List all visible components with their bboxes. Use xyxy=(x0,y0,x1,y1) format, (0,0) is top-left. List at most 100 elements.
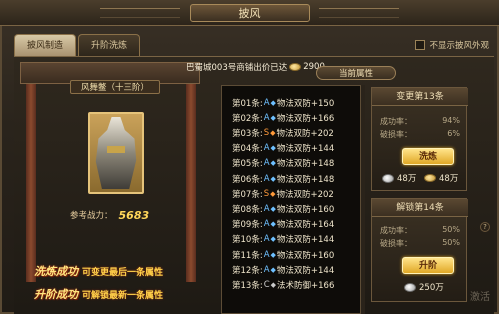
silver-icon xyxy=(404,282,416,292)
attribute-row: 第11条: A ◆ 物法双防+160 xyxy=(232,248,334,261)
attribute-index: 第04条: xyxy=(232,144,263,155)
unlock-break-value: 50% xyxy=(442,238,460,247)
upgrade-button[interactable]: 升阶 xyxy=(402,257,454,274)
help-icon[interactable]: ? xyxy=(480,222,490,232)
promo-upgrade-head: 升阶成功 xyxy=(34,288,78,301)
hide-appearance-label: 不显示披风外观 xyxy=(429,41,489,51)
attribute-index: 第12条: xyxy=(232,265,263,276)
promo-upgrade: 升阶成功 可解锁最新一条属性 xyxy=(34,286,163,302)
grade-diamond-icon: ◆ xyxy=(270,174,276,183)
attribute-index: 第05条: xyxy=(232,159,263,170)
tab-cloak-make[interactable]: 披风制造 xyxy=(14,34,76,56)
refine-button[interactable]: 洗炼 xyxy=(402,148,454,165)
attribute-index: 第11条: xyxy=(232,250,263,261)
power-value: 5683 xyxy=(118,208,150,222)
refine-panel: 变更第13条 成功率： 94% 破损率： 6% 洗炼 48万 48万 xyxy=(371,87,468,191)
pillar-right xyxy=(186,62,196,282)
tab-upgrade-refine[interactable]: 升阶洗炼 xyxy=(78,34,140,56)
attribute-text: 物法双防+166 xyxy=(276,113,335,124)
unlock-cost-value: 250万 xyxy=(419,283,444,293)
refine-success-row: 成功率： 94% xyxy=(380,116,460,127)
attribute-text: 法术防御+166 xyxy=(277,280,335,291)
title-bar: 披风 xyxy=(0,0,499,26)
attribute-grade: A xyxy=(263,249,270,260)
attribute-row: 第07条: S ◆ 物法双防+202 xyxy=(232,187,334,200)
attribute-row: 第03条: S ◆ 物法双防+202 xyxy=(232,126,334,139)
gold-coin-icon xyxy=(424,174,436,182)
refine-break-value: 6% xyxy=(447,129,460,138)
checkbox[interactable] xyxy=(415,40,426,50)
attribute-index: 第08条: xyxy=(232,204,263,215)
gold-coin-icon xyxy=(289,63,302,71)
power-display: 参考战力： 5683 xyxy=(70,208,149,222)
hide-appearance-toggle[interactable]: 不显示披风外观 xyxy=(415,38,489,52)
refine-cost-1-value: 48万 xyxy=(397,174,417,184)
attribute-index: 第02条: xyxy=(232,113,263,124)
attribute-grade: C xyxy=(263,279,270,290)
pillar-left xyxy=(26,62,36,282)
refine-break-row: 破损率： 6% xyxy=(380,129,460,140)
attribute-grade: A xyxy=(263,264,270,275)
grade-diamond-icon: ◆ xyxy=(270,235,276,244)
attribute-row: 第05条: A ◆ 物法双防+148 xyxy=(232,157,334,170)
current-attributes-header: 当前属性 xyxy=(316,66,396,80)
unlock-break-label: 破损率： xyxy=(380,239,412,248)
sale-info-text: 巴蜀城003号商铺出价已达 xyxy=(186,63,288,73)
attribute-grade: A xyxy=(263,203,270,214)
attribute-text: 物法双防+164 xyxy=(276,220,335,231)
attribute-grade: S xyxy=(263,127,270,138)
attribute-grade: A xyxy=(263,112,270,123)
sale-info: 巴蜀城003号商铺出价已达 2900 xyxy=(186,60,336,74)
watermark: 激活 xyxy=(470,292,490,303)
refine-success-value: 94% xyxy=(442,116,460,125)
grade-diamond-icon: ◆ xyxy=(270,144,276,153)
attribute-grade: A xyxy=(263,97,270,108)
title-ornament-left xyxy=(100,8,180,18)
silver-icon xyxy=(382,173,394,183)
unlock-success-value: 50% xyxy=(442,225,460,234)
refine-success-label: 成功率： xyxy=(380,117,412,126)
attribute-text: 物法双防+150 xyxy=(276,98,335,109)
grade-diamond-icon: ◆ xyxy=(270,113,276,122)
grade-diamond-icon: ◆ xyxy=(270,189,276,198)
grade-diamond-icon: ◆ xyxy=(270,280,277,289)
attribute-row: 第06条: A ◆ 物法双防+148 xyxy=(232,172,334,185)
grade-diamond-icon: ◆ xyxy=(270,250,276,259)
attribute-text: 物法双防+144 xyxy=(276,265,335,276)
refine-break-label: 破损率： xyxy=(380,130,412,139)
refine-cost-2-value: 48万 xyxy=(439,174,459,184)
grade-diamond-icon: ◆ xyxy=(270,204,276,213)
attribute-row: 第04条: A ◆ 物法双防+144 xyxy=(232,142,334,155)
attribute-grade: A xyxy=(263,173,270,184)
attribute-row: 第09条: A ◆ 物法双防+164 xyxy=(232,218,334,231)
unlock-success-label: 成功率： xyxy=(380,226,412,235)
attribute-row: 第01条: A ◆ 物法双防+150 xyxy=(232,96,334,109)
attribute-index: 第01条: xyxy=(232,98,263,109)
attribute-grade: S xyxy=(263,188,270,199)
attribute-list-scrollbar[interactable] xyxy=(361,85,365,314)
attribute-index: 第13条: xyxy=(232,280,263,291)
attribute-grade: A xyxy=(263,234,270,245)
attribute-text: 物法双防+144 xyxy=(276,144,335,155)
attribute-text: 物法双防+202 xyxy=(276,189,334,200)
grade-diamond-icon: ◆ xyxy=(270,98,276,107)
unlock-break-row: 破损率： 50% xyxy=(380,238,460,249)
attribute-row: 第08条: A ◆ 物法双防+160 xyxy=(232,202,334,215)
attribute-row: 第12条: A ◆ 物法双防+144 xyxy=(232,263,334,276)
attribute-index: 第09条: xyxy=(232,220,263,231)
attribute-text: 物法双防+160 xyxy=(276,250,335,261)
refine-title: 变更第13条 xyxy=(372,88,468,106)
grade-diamond-icon: ◆ xyxy=(270,220,276,229)
title-ornament-right xyxy=(319,8,399,18)
refine-cost-1: 48万 xyxy=(382,172,416,184)
attribute-row: 第13条: C ◆ 法术防御+166 xyxy=(232,278,334,291)
attribute-row: 第10条: A ◆ 物法双防+144 xyxy=(232,233,334,246)
attribute-text: 物法双防+202 xyxy=(276,128,334,139)
promo-refine-head: 洗炼成功 xyxy=(34,265,78,278)
unlock-cost: 250万 xyxy=(404,281,444,293)
attribute-index: 第06条: xyxy=(232,174,263,185)
unlock-panel: 解锁第14条 成功率： 50% 破损率： 50% 升阶 250万 xyxy=(371,198,468,302)
grade-diamond-icon: ◆ xyxy=(270,159,276,168)
grade-diamond-icon: ◆ xyxy=(270,265,276,274)
unlock-title: 解锁第14条 xyxy=(372,199,468,217)
